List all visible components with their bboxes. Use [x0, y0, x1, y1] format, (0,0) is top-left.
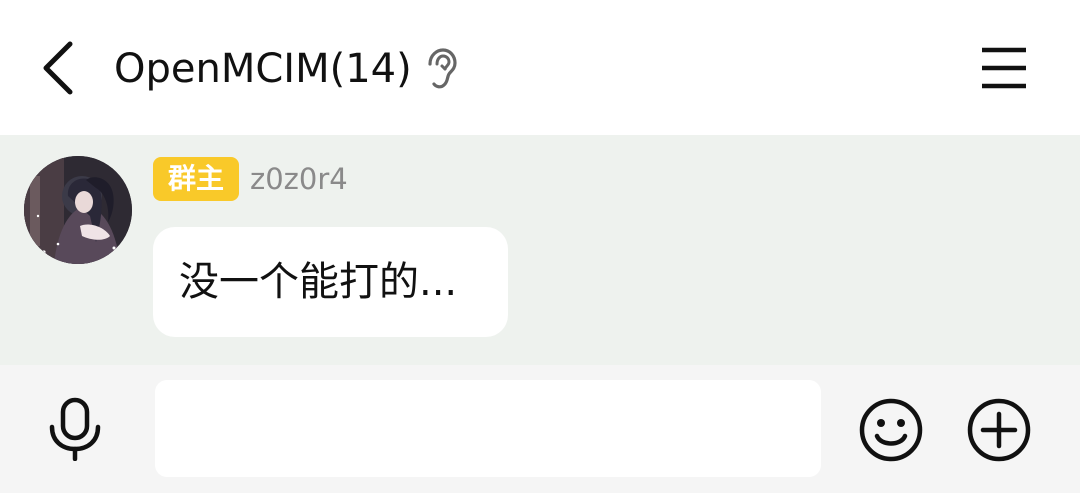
message-input[interactable] [155, 380, 821, 477]
message-bubble[interactable]: 没一个能打的... [153, 227, 508, 337]
sender-name[interactable]: z0z0r4 [250, 157, 348, 201]
owner-badge: 群主 [153, 157, 239, 201]
menu-button[interactable] [978, 46, 1030, 90]
message-list: 群主 z0z0r4 没一个能打的... [0, 135, 1080, 365]
microphone-icon [49, 397, 101, 462]
back-button[interactable] [34, 38, 84, 98]
avatar[interactable] [24, 156, 132, 264]
smiley-icon [859, 398, 923, 462]
message-text: 没一个能打的... [179, 259, 458, 305]
emoji-button[interactable] [858, 397, 924, 463]
more-button[interactable] [966, 397, 1032, 463]
ear-icon[interactable] [420, 48, 460, 90]
chevron-left-icon [43, 41, 73, 95]
input-bar [0, 365, 1080, 493]
voice-button[interactable] [44, 397, 106, 462]
hamburger-menu-icon [982, 47, 1026, 89]
plus-circle-icon [967, 398, 1031, 462]
chat-header: OpenMCIM(14) [0, 0, 1080, 135]
chat-title: OpenMCIM(14) [114, 46, 412, 92]
